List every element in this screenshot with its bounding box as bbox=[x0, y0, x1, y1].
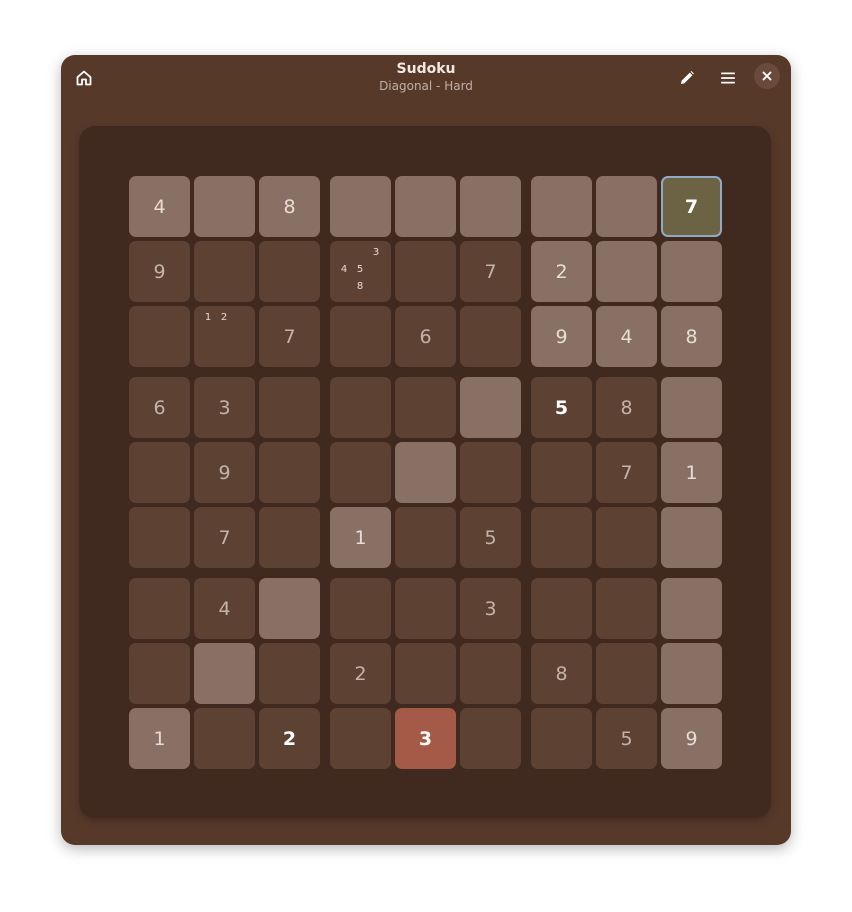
sudoku-cell-r9-c8[interactable]: 5 bbox=[596, 708, 657, 769]
sudoku-cell-r5-c3[interactable] bbox=[259, 442, 320, 503]
sudoku-cell-r8-c9[interactable] bbox=[661, 643, 722, 704]
sudoku-cell-r3-c9[interactable]: 8 bbox=[661, 306, 722, 367]
hamburger-menu-icon bbox=[721, 72, 735, 84]
header-bar: Sudoku Diagonal - Hard bbox=[61, 55, 791, 105]
main-menu-button[interactable] bbox=[713, 63, 743, 93]
sudoku-cell-r4-c3[interactable] bbox=[259, 377, 320, 438]
sudoku-cell-r3-c5[interactable]: 6 bbox=[395, 306, 456, 367]
sudoku-cell-r6-c6[interactable]: 5 bbox=[460, 507, 521, 568]
sudoku-cell-r9-c5[interactable]: 3 bbox=[395, 708, 456, 769]
sudoku-cell-r6-c1[interactable] bbox=[129, 507, 190, 568]
sudoku-cell-r5-c9[interactable]: 1 bbox=[661, 442, 722, 503]
pencil-note: 8 bbox=[356, 281, 364, 292]
sudoku-cell-r2-c4[interactable]: 3458 bbox=[330, 241, 391, 302]
sudoku-cell-r1-c9[interactable]: 7 bbox=[661, 176, 722, 237]
sudoku-cell-r5-c7[interactable] bbox=[531, 442, 592, 503]
sudoku-cell-r1-c7[interactable] bbox=[531, 176, 592, 237]
sudoku-cell-r7-c9[interactable] bbox=[661, 578, 722, 639]
sudoku-cell-r4-c6[interactable] bbox=[460, 377, 521, 438]
sudoku-cell-r5-c6[interactable] bbox=[460, 442, 521, 503]
sudoku-cell-r5-c1[interactable] bbox=[129, 442, 190, 503]
sudoku-cell-r6-c3[interactable] bbox=[259, 507, 320, 568]
sudoku-cell-r7-c5[interactable] bbox=[395, 578, 456, 639]
sudoku-cell-r7-c1[interactable] bbox=[129, 578, 190, 639]
sudoku-cell-r5-c5[interactable] bbox=[395, 442, 456, 503]
sudoku-cell-r4-c2[interactable]: 3 bbox=[194, 377, 255, 438]
sudoku-cell-r9-c7[interactable] bbox=[531, 708, 592, 769]
sudoku-cell-r3-c3[interactable]: 7 bbox=[259, 306, 320, 367]
sudoku-cell-r6-c7[interactable] bbox=[531, 507, 592, 568]
sudoku-cell-r1-c4[interactable] bbox=[330, 176, 391, 237]
sudoku-cell-r2-c7[interactable]: 2 bbox=[531, 241, 592, 302]
sudoku-cell-r8-c8[interactable] bbox=[596, 643, 657, 704]
close-button[interactable] bbox=[754, 63, 780, 89]
sudoku-cell-r1-c8[interactable] bbox=[596, 176, 657, 237]
sudoku-cell-r8-c6[interactable] bbox=[460, 643, 521, 704]
sudoku-cell-r6-c9[interactable] bbox=[661, 507, 722, 568]
sudoku-cell-r8-c5[interactable] bbox=[395, 643, 456, 704]
sudoku-cell-r7-c2[interactable]: 4 bbox=[194, 578, 255, 639]
sudoku-cell-r3-c6[interactable] bbox=[460, 306, 521, 367]
sudoku-cell-r3-c4[interactable] bbox=[330, 306, 391, 367]
sudoku-cell-r4-c7[interactable]: 5 bbox=[531, 377, 592, 438]
close-icon bbox=[762, 71, 772, 81]
sudoku-cell-r6-c2[interactable]: 7 bbox=[194, 507, 255, 568]
sudoku-cell-r4-c4[interactable] bbox=[330, 377, 391, 438]
sudoku-board: 487934587212769486358971715432812359 bbox=[79, 126, 771, 818]
sudoku-window: Sudoku Diagonal - Hard 48793458721276948… bbox=[61, 55, 791, 845]
pencil-icon bbox=[681, 71, 694, 84]
sudoku-cell-r6-c5[interactable] bbox=[395, 507, 456, 568]
sudoku-cell-r7-c4[interactable] bbox=[330, 578, 391, 639]
sudoku-cell-r4-c5[interactable] bbox=[395, 377, 456, 438]
sudoku-cell-r2-c9[interactable] bbox=[661, 241, 722, 302]
sudoku-cell-r3-c2[interactable]: 12 bbox=[194, 306, 255, 367]
sudoku-cell-r6-c8[interactable] bbox=[596, 507, 657, 568]
sudoku-cell-r1-c1[interactable]: 4 bbox=[129, 176, 190, 237]
sudoku-cell-r7-c7[interactable] bbox=[531, 578, 592, 639]
sudoku-cell-r9-c1[interactable]: 1 bbox=[129, 708, 190, 769]
sudoku-cell-r8-c2[interactable] bbox=[194, 643, 255, 704]
sudoku-cell-r2-c1[interactable]: 9 bbox=[129, 241, 190, 302]
sudoku-cell-r9-c6[interactable] bbox=[460, 708, 521, 769]
sudoku-cell-r7-c3[interactable] bbox=[259, 578, 320, 639]
sudoku-cell-r9-c2[interactable] bbox=[194, 708, 255, 769]
sudoku-cell-r5-c4[interactable] bbox=[330, 442, 391, 503]
sudoku-cell-r9-c9[interactable]: 9 bbox=[661, 708, 722, 769]
sudoku-cell-r1-c2[interactable] bbox=[194, 176, 255, 237]
pencil-note: 2 bbox=[220, 312, 228, 323]
sudoku-cell-r1-c3[interactable]: 8 bbox=[259, 176, 320, 237]
sudoku-cell-r4-c9[interactable] bbox=[661, 377, 722, 438]
sudoku-cell-r2-c3[interactable] bbox=[259, 241, 320, 302]
sudoku-cell-r2-c2[interactable] bbox=[194, 241, 255, 302]
sudoku-cell-r8-c3[interactable] bbox=[259, 643, 320, 704]
sudoku-cell-r7-c8[interactable] bbox=[596, 578, 657, 639]
sudoku-cell-r1-c5[interactable] bbox=[395, 176, 456, 237]
pencil-note: 3 bbox=[372, 247, 380, 258]
sudoku-cell-r5-c8[interactable]: 7 bbox=[596, 442, 657, 503]
sudoku-cell-r7-c6[interactable]: 3 bbox=[460, 578, 521, 639]
sudoku-cell-r3-c7[interactable]: 9 bbox=[531, 306, 592, 367]
sudoku-cell-r2-c6[interactable]: 7 bbox=[460, 241, 521, 302]
sudoku-cell-r6-c4[interactable]: 1 bbox=[330, 507, 391, 568]
sudoku-cell-r4-c1[interactable]: 6 bbox=[129, 377, 190, 438]
sudoku-cell-r8-c1[interactable] bbox=[129, 643, 190, 704]
sudoku-cell-r3-c1[interactable] bbox=[129, 306, 190, 367]
sudoku-cell-r9-c4[interactable] bbox=[330, 708, 391, 769]
sudoku-cell-r8-c4[interactable]: 2 bbox=[330, 643, 391, 704]
pencil-note: 5 bbox=[356, 264, 364, 275]
sudoku-cell-r5-c2[interactable]: 9 bbox=[194, 442, 255, 503]
sudoku-cell-r8-c7[interactable]: 8 bbox=[531, 643, 592, 704]
sudoku-cell-r4-c8[interactable]: 8 bbox=[596, 377, 657, 438]
sudoku-cell-r2-c5[interactable] bbox=[395, 241, 456, 302]
sudoku-cell-r1-c6[interactable] bbox=[460, 176, 521, 237]
pencil-button[interactable] bbox=[672, 63, 702, 93]
sudoku-cell-r3-c8[interactable]: 4 bbox=[596, 306, 657, 367]
sudoku-cell-r9-c3[interactable]: 2 bbox=[259, 708, 320, 769]
sudoku-cell-r2-c8[interactable] bbox=[596, 241, 657, 302]
